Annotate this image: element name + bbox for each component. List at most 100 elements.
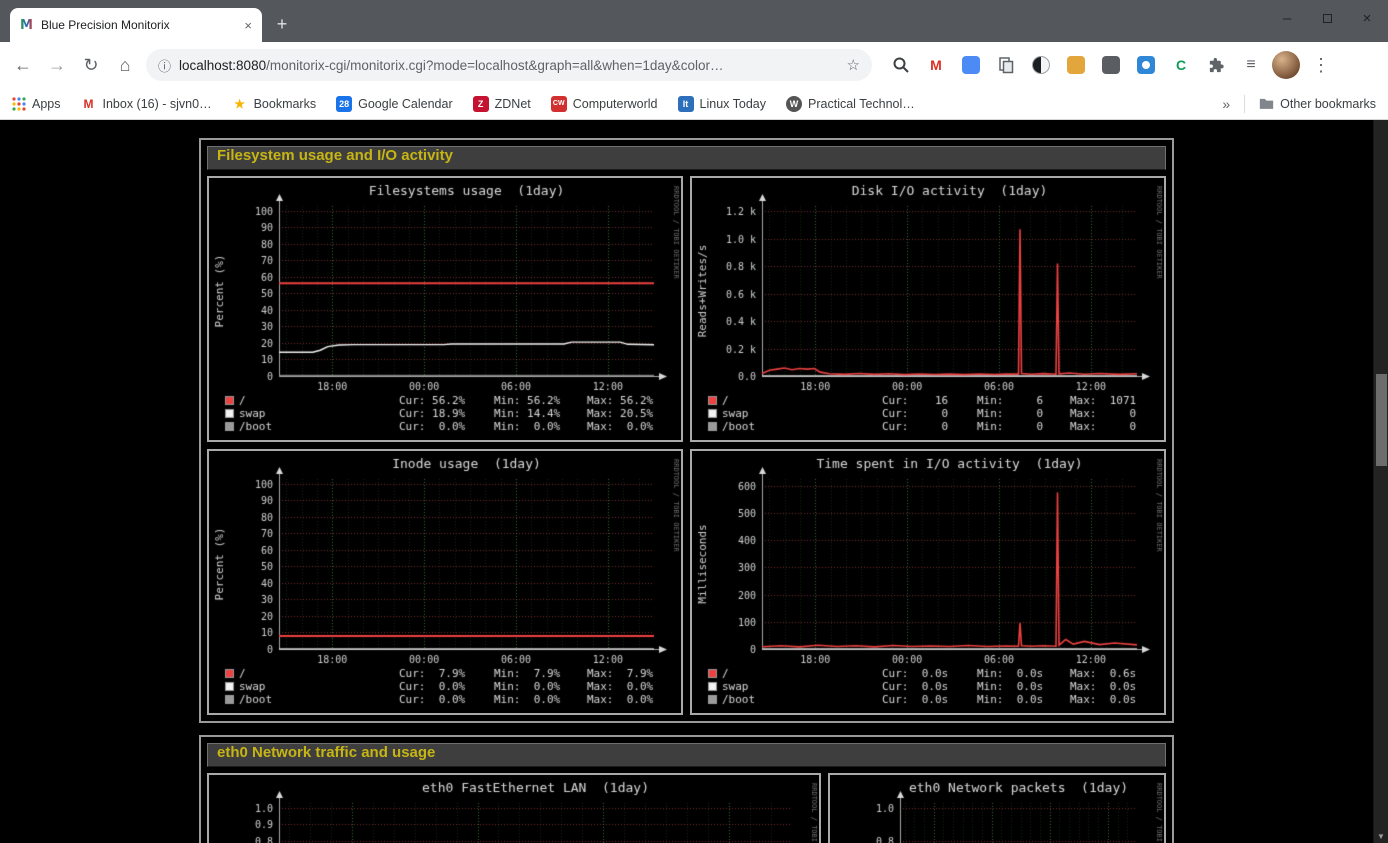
bookmark-computerworld[interactable]: CW Computerworld	[551, 96, 658, 112]
bookmark-label: Linux Today	[700, 97, 767, 111]
bookmark-bookmarks[interactable]: ★ Bookmarks	[232, 96, 317, 112]
key-extension-icon[interactable]	[958, 52, 984, 78]
reading-list-icon: ≡	[1246, 56, 1255, 74]
section-filesystem-title: Filesystem usage and I/O activity	[207, 146, 1166, 170]
extensions-menu-button[interactable]	[1203, 52, 1229, 78]
home-button[interactable]: ⌂	[112, 52, 138, 78]
section-filesystem: Filesystem usage and I/O activity	[199, 138, 1174, 723]
half-dark-circle-icon	[1032, 56, 1050, 74]
gmail-m-glyph: M	[930, 57, 942, 73]
copy-extension-icon[interactable]	[993, 52, 1019, 78]
graph-inode-usage[interactable]	[209, 451, 681, 713]
bookmark-inbox[interactable]: M Inbox (16) - sjvn0…	[81, 96, 212, 112]
graph-box-filesystems-usage	[207, 176, 683, 442]
graph-box-time-in-io	[690, 449, 1166, 715]
graph-filesystems-usage[interactable]	[209, 178, 681, 440]
bookmarks-bar: Apps M Inbox (16) - sjvn0… ★ Bookmarks 2…	[0, 88, 1388, 120]
computerworld-icon: CW	[551, 96, 567, 112]
page-content: Filesystem usage and I/O activity	[0, 120, 1388, 843]
wordpress-icon: W	[786, 96, 802, 112]
assistant-extension-icon[interactable]: C	[1168, 52, 1194, 78]
puzzle-icon	[1207, 56, 1226, 75]
bookmark-label: Computerworld	[573, 97, 658, 111]
monitorix-favicon-icon: M	[20, 18, 33, 33]
bookmark-practical-technology[interactable]: W Practical Technol…	[786, 96, 915, 112]
bookmarks-right-group: » Other bookmarks	[1222, 95, 1376, 113]
site-info-icon[interactable]: ⓘ	[158, 56, 171, 75]
calendar-icon: 28	[336, 96, 352, 112]
bookmark-google-calendar[interactable]: 28 Google Calendar	[336, 96, 453, 112]
linux-today-icon: lt	[678, 96, 694, 112]
browser-menu-button[interactable]: ⋮	[1308, 52, 1334, 78]
star-icon: ★	[232, 96, 248, 112]
bookmark-label: Inbox (16) - sjvn0…	[103, 97, 212, 111]
graph-box-disk-io	[690, 176, 1166, 442]
url-text: localhost:8080/monitorix-cgi/monitorix.c…	[179, 58, 839, 73]
url-path: /monitorix-cgi/monitorix.cgi?mode=localh…	[266, 58, 723, 73]
graph-eth0-lan[interactable]	[209, 775, 819, 843]
bookmark-label: ZDNet	[495, 97, 531, 111]
forward-button[interactable]: →	[44, 52, 70, 78]
bookmark-label: Practical Technol…	[808, 97, 915, 111]
browser-toolbar: ← → ↻ ⌂ ⓘ localhost:8080/monitorix-cgi/m…	[0, 42, 1388, 88]
browser-window: M Blue Precision Monitorix × + – × ← → ↻…	[0, 0, 1388, 843]
address-bar[interactable]: ⓘ localhost:8080/monitorix-cgi/monitorix…	[146, 49, 872, 81]
scroll-down-icon[interactable]: ▼	[1374, 832, 1388, 841]
bookmark-linux-today[interactable]: lt Linux Today	[678, 96, 767, 112]
back-button[interactable]: ←	[10, 52, 36, 78]
bookmark-label: Bookmarks	[254, 97, 317, 111]
camera-lens-icon	[1137, 56, 1155, 74]
minimize-button[interactable]: –	[1280, 10, 1294, 27]
gmail-icon: M	[81, 96, 97, 112]
extensions-row: M C	[888, 52, 1264, 78]
section-network: eth0 Network traffic and usage	[199, 735, 1174, 843]
window-controls: – ×	[1280, 0, 1374, 36]
tab-strip: M Blue Precision Monitorix × + – ×	[0, 0, 1388, 42]
close-window-button[interactable]: ×	[1360, 10, 1374, 27]
profile-avatar[interactable]	[1272, 51, 1300, 79]
url-host: localhost:8080	[179, 58, 266, 73]
reading-list-button[interactable]: ≡	[1238, 52, 1264, 78]
graph-time-in-io[interactable]	[692, 451, 1164, 713]
camera-extension-icon[interactable]	[1133, 52, 1159, 78]
blue-square-icon	[962, 56, 980, 74]
folder-icon	[1259, 97, 1274, 110]
browser-tab[interactable]: M Blue Precision Monitorix ×	[10, 8, 262, 42]
scrollbar[interactable]: ▼	[1373, 120, 1388, 843]
scrollbar-thumb[interactable]	[1376, 374, 1387, 466]
graph-eth0-packets[interactable]	[830, 775, 1164, 843]
copy-pages-icon	[997, 56, 1015, 74]
graph-disk-io-activity[interactable]	[692, 178, 1164, 440]
reload-button[interactable]: ↻	[78, 52, 104, 78]
bookmark-label: Google Calendar	[358, 97, 453, 111]
layers-extension-icon[interactable]	[1063, 52, 1089, 78]
apps-grid-icon	[12, 97, 26, 111]
tab-title: Blue Precision Monitorix	[41, 18, 236, 32]
bookmarks-separator	[1244, 95, 1245, 113]
bookmark-zdnet[interactable]: Z ZDNet	[473, 96, 531, 112]
gray-square-icon	[1102, 56, 1120, 74]
graph-box-eth0-lan	[207, 773, 821, 843]
bookmarks-overflow-chevron[interactable]: »	[1222, 96, 1230, 112]
bookmark-label: Apps	[32, 97, 61, 111]
bookmark-star-icon[interactable]: ☆	[847, 56, 860, 74]
search-extension-icon[interactable]	[888, 52, 914, 78]
yellow-stack-icon	[1067, 56, 1085, 74]
magnifier-icon	[892, 56, 910, 74]
maximize-button[interactable]	[1320, 10, 1334, 27]
gmail-extension-icon[interactable]: M	[923, 52, 949, 78]
zdnet-icon: Z	[473, 96, 489, 112]
contrast-extension-icon[interactable]	[1028, 52, 1054, 78]
screenshot-extension-icon[interactable]	[1098, 52, 1124, 78]
other-bookmarks-button[interactable]: Other bookmarks	[1259, 97, 1376, 111]
tab-close-icon[interactable]: ×	[244, 18, 252, 33]
graph-box-eth0-packets	[828, 773, 1166, 843]
graph-box-inode-usage	[207, 449, 683, 715]
maximize-icon	[1323, 14, 1332, 23]
section-network-title: eth0 Network traffic and usage	[207, 743, 1166, 767]
new-tab-button[interactable]: +	[268, 10, 296, 38]
bookmark-apps[interactable]: Apps	[12, 97, 61, 111]
monitorix-dashboard: Filesystem usage and I/O activity	[199, 138, 1174, 843]
green-c-glyph: C	[1176, 57, 1186, 73]
other-bookmarks-label: Other bookmarks	[1280, 97, 1376, 111]
